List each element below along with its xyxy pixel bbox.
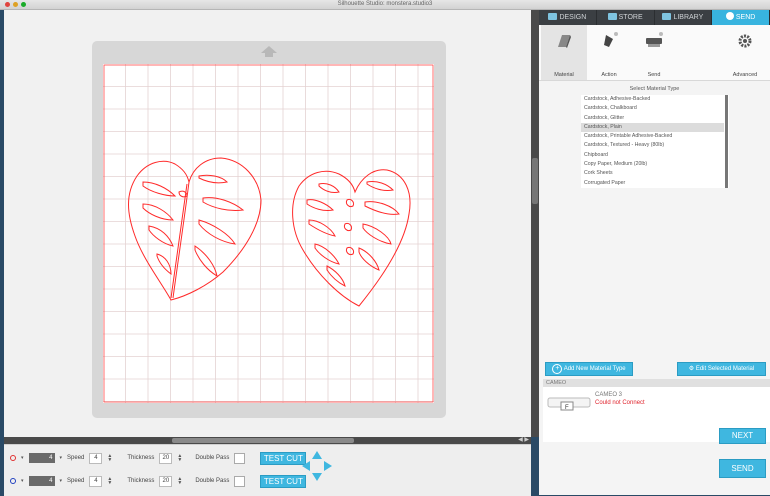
material-item[interactable]: Cork Sheets <box>581 169 724 178</box>
red-tool-circle-icon[interactable] <box>10 455 16 461</box>
gear-icon: ⚙ <box>688 366 695 372</box>
horizontal-scroll-thumb[interactable] <box>172 438 354 443</box>
speed-stepper-icon[interactable]: ▲ ▼ <box>107 477 112 486</box>
tool-row-2: ▾ 4 ▾ Speed 4 ▲ ▼ Thickness 20 ▲ ▼ Double … <box>10 474 307 488</box>
test-cut-button[interactable]: TEST CUT <box>260 451 307 465</box>
monstera-leaf-right[interactable] <box>292 169 411 307</box>
send-panel: DESIGN STORE LIBRARY SEND Material Actio… <box>539 10 770 495</box>
arrow-right-icon[interactable] <box>324 461 332 471</box>
speed-field[interactable]: 4 <box>89 475 103 487</box>
material-list-scrollbar[interactable] <box>724 95 729 188</box>
thickness-field[interactable]: 20 <box>159 452 173 464</box>
subtab-advanced[interactable]: Advanced <box>722 25 768 80</box>
material-list-heading: Select Material Type <box>629 86 680 92</box>
window-title: Silhouette Studio: monstera.studio3 <box>337 1 433 7</box>
blade-setting[interactable]: 4 <box>28 453 55 463</box>
chevron-down-icon[interactable]: ▾ <box>60 455 63 461</box>
gear-icon <box>738 34 752 48</box>
design-workspace[interactable] <box>4 10 531 437</box>
double-pass-label: Double Pass <box>195 455 230 461</box>
material-item[interactable]: Cardstock, Chalkboard <box>581 104 724 113</box>
test-cut-button[interactable]: TEST CUT <box>260 474 307 488</box>
cut-area[interactable] <box>103 64 434 403</box>
material-icon <box>558 35 571 48</box>
subtab-material[interactable]: Material <box>541 25 587 80</box>
cloud-icon <box>662 13 672 20</box>
edit-material-button[interactable]: ⚙ Edit Selected Material <box>677 362 766 376</box>
tab-send[interactable]: SEND <box>712 10 770 25</box>
cut-settings-toolbar: ▾ 4 ▾ Speed 4 ▲ ▼ Thickness 20 ▲ ▼ Double … <box>4 444 531 496</box>
device-section-label: CAMEO <box>543 379 770 387</box>
grid-and-shapes <box>103 64 434 403</box>
window-title-bar: Silhouette Studio: monstera.studio3 <box>0 0 770 10</box>
scroll-arrows-icon[interactable]: ◀ ▶ <box>518 437 529 444</box>
plus-circle-icon: + <box>552 364 563 374</box>
chevron-down-icon[interactable]: ▾ <box>21 478 24 484</box>
workspace-vertical-scrollbar[interactable] <box>531 10 539 437</box>
speed-field[interactable]: 4 <box>89 452 103 464</box>
add-material-button[interactable]: + Add New Material Type <box>545 362 633 376</box>
thickness-stepper-icon[interactable]: ▲ ▼ <box>177 454 182 463</box>
chevron-down-icon[interactable]: ▾ <box>60 478 63 484</box>
tool-row-1: ▾ 4 ▾ Speed 4 ▲ ▼ Thickness 20 ▲ ▼ Double … <box>10 451 307 465</box>
subtab-send[interactable]: Send <box>631 25 677 80</box>
material-item[interactable]: Chipboard <box>581 151 724 160</box>
blade-setting[interactable]: 4 <box>28 476 55 486</box>
speed-label: Speed <box>67 455 85 461</box>
thickness-stepper-icon[interactable]: ▲ ▼ <box>177 477 182 486</box>
send-button[interactable]: SEND <box>719 459 766 478</box>
arrow-down-icon[interactable] <box>312 473 322 481</box>
send-sub-tabs: Material Action Send Advanced <box>539 25 770 81</box>
machine-icon <box>646 32 663 47</box>
store-icon <box>607 13 617 20</box>
double-pass-label: Double Pass <box>195 478 230 484</box>
blade-icon <box>604 32 618 47</box>
arrow-left-icon[interactable] <box>302 461 310 471</box>
arrow-up-icon[interactable] <box>312 451 322 459</box>
thickness-label: Thickness <box>127 478 155 484</box>
send-icon <box>725 12 734 20</box>
tab-library[interactable]: LIBRARY <box>655 10 713 25</box>
cutter-machine-icon: F <box>547 397 591 411</box>
material-item[interactable]: Cardstock, Glitter <box>581 114 724 123</box>
thickness-field[interactable]: 20 <box>159 475 173 487</box>
next-button[interactable]: NEXT <box>719 428 766 444</box>
tab-store[interactable]: STORE <box>597 10 655 25</box>
double-pass-checkbox[interactable] <box>234 452 246 464</box>
device-status: Could not Connect <box>595 400 645 406</box>
minimize-window-icon[interactable] <box>13 2 18 7</box>
main-nav-tabs: DESIGN STORE LIBRARY SEND <box>539 10 770 25</box>
workspace-horizontal-scrollbar[interactable]: ◀ ▶ <box>4 437 531 444</box>
material-item[interactable]: Cardstock, Textured - Heavy (80lb) <box>581 141 724 150</box>
cutting-mat <box>92 41 446 418</box>
svg-text:F: F <box>565 405 569 411</box>
chevron-down-icon[interactable]: ▾ <box>21 455 24 461</box>
move-tool-dpad <box>302 451 332 481</box>
close-window-icon[interactable] <box>5 2 10 7</box>
double-pass-checkbox[interactable] <box>234 475 246 487</box>
zoom-window-icon[interactable] <box>21 2 26 7</box>
material-list[interactable]: Cardstock, Adhesive-Backed Cardstock, Ch… <box>581 95 724 188</box>
subtab-action[interactable]: Action <box>586 25 632 80</box>
speed-stepper-icon[interactable]: ▲ ▼ <box>107 454 112 463</box>
thickness-label: Thickness <box>127 455 155 461</box>
material-item-selected[interactable]: Cardstock, Plain <box>581 122 724 133</box>
speed-label: Speed <box>67 478 85 484</box>
material-item[interactable]: Copy Paper, Medium (20lb) <box>581 160 724 169</box>
vertical-scroll-thumb[interactable] <box>532 158 538 204</box>
material-item[interactable]: Corrugated Paper <box>581 179 724 188</box>
grid-icon <box>548 13 558 20</box>
material-item[interactable]: Cardstock, Adhesive-Backed <box>581 95 724 104</box>
material-item[interactable]: Cardstock, Printable Adhesive-Backed <box>581 132 724 141</box>
blue-tool-circle-icon[interactable] <box>10 478 16 484</box>
device-name: CAMEO 3 <box>595 392 623 398</box>
tab-design[interactable]: DESIGN <box>539 10 597 25</box>
